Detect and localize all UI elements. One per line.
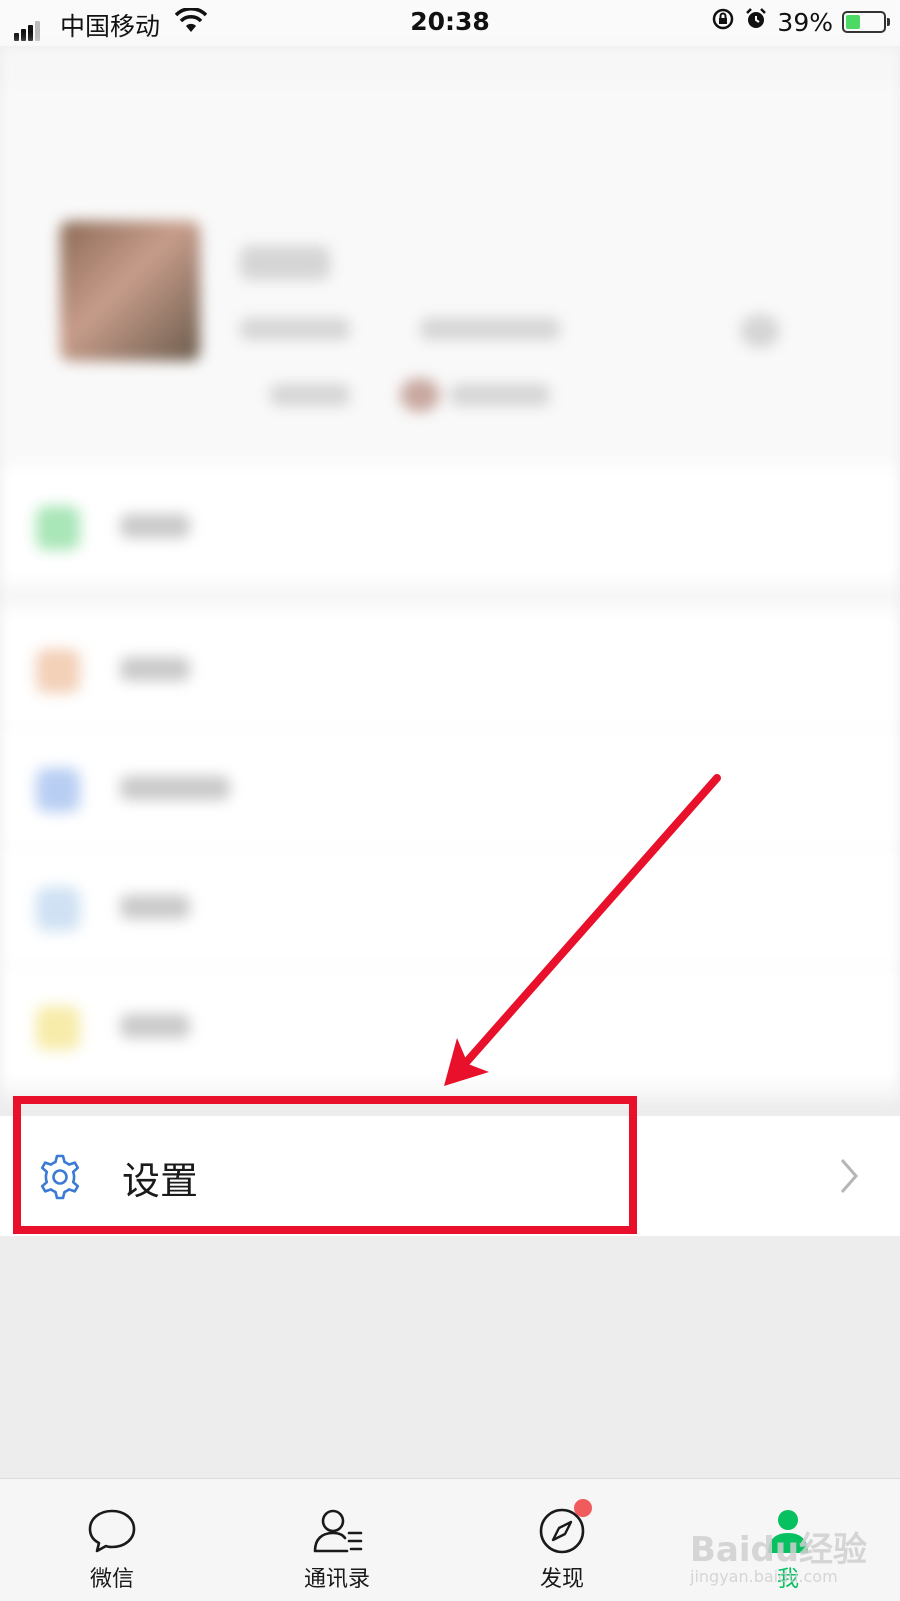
alarm-icon — [744, 7, 768, 37]
battery-icon — [842, 11, 890, 33]
status-bar: 中国移动 20:38 39% — [0, 0, 900, 46]
status-right: 39% — [711, 7, 890, 37]
blurred-content — [0, 46, 900, 1100]
watermark-text: Baidu经验 — [690, 1530, 868, 1570]
highlight-box — [13, 1096, 637, 1234]
tab-chats[interactable]: 微信 — [42, 1479, 182, 1601]
tab-label: 通讯录 — [303, 1567, 370, 1592]
tab-contacts[interactable]: 通讯录 — [267, 1479, 407, 1601]
chevron-right-icon — [840, 1159, 858, 1193]
contacts-icon — [313, 1509, 363, 1553]
chat-bubble-icon — [88, 1509, 136, 1553]
tab-label: 发现 — [539, 1567, 584, 1592]
avatar — [60, 221, 200, 361]
profile-header — [0, 86, 900, 486]
menu-list — [0, 466, 900, 1085]
notification-badge — [574, 1499, 592, 1517]
tab-label: 微信 — [89, 1567, 134, 1592]
tab-discover[interactable]: 发现 — [492, 1479, 632, 1601]
rotation-lock-icon — [711, 7, 735, 37]
watermark: Baidu经验 jingyan.baidu.com — [690, 1522, 867, 1586]
battery-percent: 39% — [777, 7, 833, 37]
